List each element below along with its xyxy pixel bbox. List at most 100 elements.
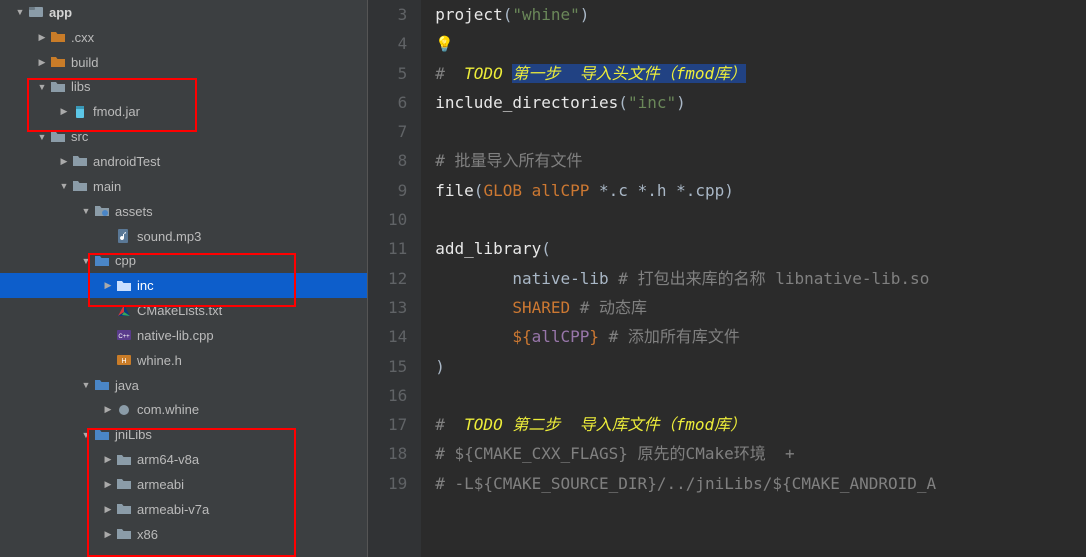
tree-item-armeabi-v7a[interactable]: armeabi-v7a <box>0 497 367 522</box>
resfolder-icon <box>94 203 110 219</box>
line-number: 5 <box>388 59 407 88</box>
code-token: ) <box>676 93 686 112</box>
code-token: add_library <box>435 239 541 258</box>
tree-label: whine.h <box>137 353 182 368</box>
cpp-icon: C++ <box>116 327 132 343</box>
tree-arrow-icon[interactable] <box>58 106 70 118</box>
tree-arrow-icon[interactable] <box>102 503 114 515</box>
tree-label: cpp <box>115 253 136 268</box>
tree-label: fmod.jar <box>93 104 140 119</box>
tree-label: inc <box>137 278 154 293</box>
tree-label: com.whine <box>137 402 199 417</box>
line-number: 9 <box>388 176 407 205</box>
code-line-11[interactable]: add_library( <box>435 234 1086 263</box>
folder-icon <box>50 79 66 95</box>
tree-arrow-icon[interactable] <box>102 280 114 292</box>
tree-item-armeabi[interactable]: armeabi <box>0 472 367 497</box>
tree-item-build[interactable]: build <box>0 50 367 75</box>
line-number: 12 <box>388 264 407 293</box>
tree-arrow-icon[interactable] <box>102 404 114 416</box>
code-token: ) <box>724 181 734 200</box>
tree-item-whine-h[interactable]: Hwhine.h <box>0 348 367 373</box>
line-number: 17 <box>388 410 407 439</box>
line-number: 13 <box>388 293 407 322</box>
tree-item-assets[interactable]: assets <box>0 199 367 224</box>
tree-label: jniLibs <box>115 427 152 442</box>
line-number: 6 <box>388 88 407 117</box>
code-token: # 批量导入所有文件 <box>435 151 582 170</box>
tree-arrow-icon[interactable] <box>58 180 70 192</box>
cmake-icon <box>116 303 132 319</box>
code-line-19[interactable]: # -L${CMAKE_SOURCE_DIR}/../jniLibs/${CMA… <box>435 469 1086 498</box>
tree-item-app[interactable]: app <box>0 0 367 25</box>
tree-item-fmod-jar[interactable]: fmod.jar <box>0 99 367 124</box>
code-token: ( <box>474 181 484 200</box>
code-line-4[interactable]: 💡 <box>435 29 1086 58</box>
code-line-14[interactable]: ${allCPP} # 添加所有库文件 <box>435 322 1086 351</box>
code-line-7[interactable] <box>435 117 1086 146</box>
code-token: # <box>435 415 454 434</box>
tree-arrow-icon[interactable] <box>102 454 114 466</box>
tree-arrow-icon[interactable] <box>36 31 48 43</box>
code-line-8[interactable]: # 批量导入所有文件 <box>435 146 1086 175</box>
code-line-18[interactable]: # ${CMAKE_CXX_FLAGS} 原先的CMake环境 + <box>435 439 1086 468</box>
code-area[interactable]: project("whine")💡# TODO 第一步 导入头文件（fmod库）… <box>421 0 1086 557</box>
code-line-16[interactable] <box>435 381 1086 410</box>
tree-item-jnilibs[interactable]: jniLibs <box>0 422 367 447</box>
tree-label: main <box>93 179 121 194</box>
folder-icon <box>116 476 132 492</box>
code-line-13[interactable]: SHARED # 动态库 <box>435 293 1086 322</box>
code-token: # <box>435 64 454 83</box>
tree-item-java[interactable]: java <box>0 373 367 398</box>
tree-arrow-icon[interactable] <box>14 6 26 18</box>
code-line-6[interactable]: include_directories("inc") <box>435 88 1086 117</box>
tree-arrow-icon[interactable] <box>36 131 48 143</box>
tree-item-main[interactable]: main <box>0 174 367 199</box>
tree-item-com-whine[interactable]: com.whine <box>0 398 367 423</box>
tree-label: androidTest <box>93 154 160 169</box>
tree-item-androidtest[interactable]: androidTest <box>0 149 367 174</box>
code-token: } <box>589 327 599 346</box>
code-line-5[interactable]: # TODO 第一步 导入头文件（fmod库） <box>435 59 1086 88</box>
tree-item-arm64-v8a[interactable]: arm64-v8a <box>0 447 367 472</box>
tree-item-sound-mp3[interactable]: sound.mp3 <box>0 224 367 249</box>
tree-label: .cxx <box>71 30 94 45</box>
tree-item-native-lib-cpp[interactable]: C++native-lib.cpp <box>0 323 367 348</box>
tree-arrow-icon[interactable] <box>102 478 114 490</box>
tree-arrow-icon[interactable] <box>80 429 92 441</box>
tree-label: src <box>71 129 88 144</box>
code-line-9[interactable]: file(GLOB allCPP *.c *.h *.cpp) <box>435 176 1086 205</box>
audio-icon <box>116 228 132 244</box>
code-editor[interactable]: 345678910111213141516171819 project("whi… <box>368 0 1086 557</box>
tree-label: libs <box>71 79 91 94</box>
code-token: ( <box>541 239 551 258</box>
tree-arrow-icon[interactable] <box>80 205 92 217</box>
tree-item--cxx[interactable]: .cxx <box>0 25 367 50</box>
code-token: SHARED <box>512 298 579 317</box>
tree-item-inc[interactable]: inc <box>0 273 367 298</box>
code-token: ${ <box>512 327 531 346</box>
tree-arrow-icon[interactable] <box>80 255 92 267</box>
tree-arrow-icon[interactable] <box>80 379 92 391</box>
tree-item-libs[interactable]: libs <box>0 75 367 100</box>
tree-label: arm64-v8a <box>137 452 199 467</box>
code-token: ) <box>435 357 445 376</box>
tree-item-cpp[interactable]: cpp <box>0 248 367 273</box>
project-tree-panel[interactable]: app .cxx build libsfmod.jar src androidTest ma… <box>0 0 368 557</box>
tree-arrow-icon[interactable] <box>36 81 48 93</box>
module-icon <box>28 4 44 20</box>
code-line-12[interactable]: native-lib # 打包出来库的名称 libnative-lib.so <box>435 264 1086 293</box>
tree-item-cmakelists-txt[interactable]: CMakeLists.txt <box>0 298 367 323</box>
tree-arrow-icon[interactable] <box>58 155 70 167</box>
tree-item-src[interactable]: src <box>0 124 367 149</box>
code-line-15[interactable]: ) <box>435 352 1086 381</box>
tree-label: sound.mp3 <box>137 229 201 244</box>
code-line-17[interactable]: # TODO 第二步 导入库文件（fmod库） <box>435 410 1086 439</box>
tree-arrow-icon[interactable] <box>102 528 114 540</box>
code-line-10[interactable] <box>435 205 1086 234</box>
tree-arrow-icon[interactable] <box>36 56 48 68</box>
tree-item-x86[interactable]: x86 <box>0 522 367 547</box>
code-token: # 添加所有库文件 <box>599 327 740 346</box>
code-token: # 打包出来库的名称 libnative-lib.so <box>618 269 929 288</box>
code-line-3[interactable]: project("whine") <box>435 0 1086 29</box>
